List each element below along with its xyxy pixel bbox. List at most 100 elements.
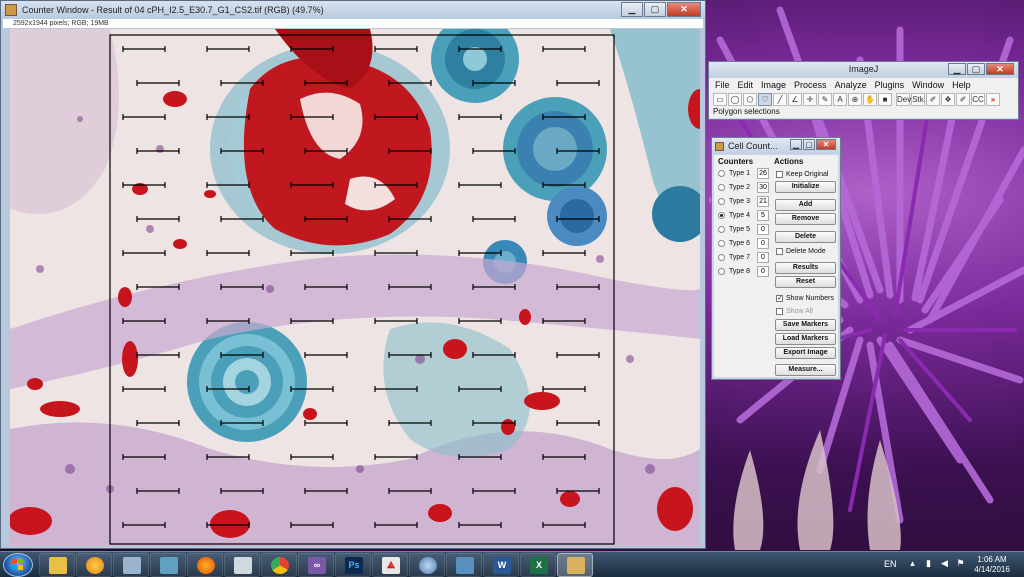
remove-button[interactable]: Remove	[775, 213, 836, 225]
taskbar-acrobat[interactable]: ⟁	[372, 553, 408, 577]
imagej-minimize-button[interactable]: ▁	[948, 63, 966, 75]
developer-menu-icon[interactable]: Dev	[896, 92, 911, 106]
taskbar-file-explorer[interactable]	[39, 553, 75, 577]
menu-edit[interactable]: Edit	[738, 80, 754, 90]
cell-counter-titlebar[interactable]: Cell Count... ▁ ▢ ✕	[712, 138, 840, 154]
counter-radio[interactable]	[718, 239, 725, 247]
delete-mode-checkbox[interactable]: Delete Mode	[776, 246, 826, 256]
delete-button[interactable]: Delete	[775, 231, 836, 243]
load-markers-button[interactable]: Load Markers	[775, 333, 836, 345]
taskbar-notes[interactable]	[150, 553, 186, 577]
counter-radio[interactable]	[718, 183, 725, 191]
menu-plugins[interactable]: Plugins	[875, 80, 905, 90]
imagej-maximize-button[interactable]: ▢	[967, 63, 985, 75]
color-picker-icon[interactable]: ■	[878, 92, 892, 106]
angle-tool-icon[interactable]: ∠	[788, 92, 802, 106]
more-tools-icon[interactable]: »	[986, 92, 1000, 106]
system-clock[interactable]: 1:06 AM 4/14/2016	[968, 555, 1016, 575]
taskbar-photo-viewer[interactable]	[446, 553, 482, 577]
counter-window-titlebar[interactable]: Counter Window - Result of 04 cPH_I2.5_E…	[1, 1, 705, 19]
taskbar-photoshop[interactable]: Ps	[335, 553, 371, 577]
line-tool-icon[interactable]: ╱	[773, 92, 787, 106]
minimize-button[interactable]: ▁	[621, 2, 643, 17]
taskbar-disk-utility[interactable]	[409, 553, 445, 577]
maximize-button[interactable]: ▢	[644, 2, 666, 17]
menu-analyze[interactable]: Analyze	[835, 80, 867, 90]
menu-window[interactable]: Window	[912, 80, 944, 90]
cell-counter-window[interactable]: Cell Count... ▁ ▢ ✕ Counters Actions Typ…	[711, 137, 841, 380]
paintbrush-tool-icon[interactable]: ❖	[941, 92, 955, 106]
show-hidden-icons-icon[interactable]: ▴	[907, 558, 918, 569]
freehand-tool-icon[interactable]: ♡	[758, 92, 772, 106]
counter-row-type-6[interactable]: Type 6 0	[718, 237, 769, 249]
close-button[interactable]: ✕	[667, 2, 701, 17]
rectangle-tool-icon[interactable]: ▭	[713, 92, 727, 106]
taskbar-calculator[interactable]	[113, 553, 149, 577]
imagej-close-button[interactable]: ✕	[986, 63, 1014, 75]
point-tool-icon[interactable]: ✛	[803, 92, 817, 106]
measure-button[interactable]: Measure...	[775, 364, 836, 376]
cell-counter-close-button[interactable]: ✕	[816, 139, 836, 150]
counter-row-type-4[interactable]: Type 4 5	[718, 209, 769, 221]
zoom-tool-icon[interactable]: ⊕	[848, 92, 862, 106]
oval-tool-icon[interactable]: ◯	[728, 92, 742, 106]
imagej-titlebar[interactable]: ImageJ ▁ ▢ ✕	[709, 62, 1018, 78]
reset-button[interactable]: Reset	[775, 276, 836, 288]
cc-tool-icon[interactable]: CC	[971, 92, 985, 106]
menu-help[interactable]: Help	[952, 80, 971, 90]
volume-icon[interactable]: ◀	[939, 558, 950, 569]
menu-file[interactable]: File	[715, 80, 730, 90]
counter-row-type-2[interactable]: Type 2 30	[718, 181, 769, 193]
save-markers-button[interactable]: Save Markers	[775, 319, 836, 331]
cell-counter-maximize-button[interactable]: ▢	[803, 139, 815, 150]
action-center-flag-icon[interactable]: ⚑	[955, 558, 966, 569]
start-button[interactable]	[3, 553, 33, 577]
taskbar-paint[interactable]	[224, 553, 260, 577]
menu-process[interactable]: Process	[794, 80, 827, 90]
firefox-icon	[197, 557, 215, 574]
taskbar-word[interactable]: W	[483, 553, 519, 577]
add-button[interactable]: Add	[775, 199, 836, 211]
taskbar-chrome[interactable]	[261, 553, 297, 577]
language-indicator[interactable]: EN	[884, 559, 897, 569]
initialize-button[interactable]: Initialize	[775, 181, 836, 193]
menu-image[interactable]: Image	[761, 80, 786, 90]
counter-row-type-3[interactable]: Type 3 21	[718, 195, 769, 207]
counter-radio[interactable]	[718, 197, 725, 205]
imagej-window[interactable]: ImageJ ▁ ▢ ✕ File Edit Image Process Ana…	[708, 61, 1019, 120]
counter-radio[interactable]	[718, 267, 725, 275]
network-icon[interactable]: ▮	[923, 558, 934, 569]
counter-window[interactable]: Counter Window - Result of 04 cPH_I2.5_E…	[0, 0, 706, 549]
keep-original-checkbox[interactable]: Keep Original	[776, 169, 828, 179]
counter-row-type-7[interactable]: Type 7 0	[718, 251, 769, 263]
stacks-menu-icon[interactable]: Stk	[911, 92, 925, 106]
chrome-icon	[271, 557, 289, 574]
checkbox-box[interactable]	[776, 247, 783, 255]
pencil-tool-icon[interactable]: ✐	[956, 92, 970, 106]
taskbar-visual-studio[interactable]: ∞	[298, 553, 334, 577]
taskbar-excel[interactable]: X	[520, 553, 556, 577]
taskbar-chrome-alt[interactable]	[76, 553, 112, 577]
show-numbers-checkbox[interactable]: ✓ Show Numbers	[776, 293, 834, 303]
counter-row-type-8[interactable]: Type 8 0	[718, 265, 769, 277]
counter-row-type-5[interactable]: Type 5 0	[718, 223, 769, 235]
counter-radio[interactable]	[718, 225, 725, 233]
hand-tool-icon[interactable]: ✋	[863, 92, 877, 106]
text-tool-icon[interactable]: A	[833, 92, 847, 106]
results-button[interactable]: Results	[775, 262, 836, 274]
histology-image-canvas[interactable]	[10, 29, 700, 546]
taskbar-firefox[interactable]	[187, 553, 223, 577]
counter-radio[interactable]	[718, 169, 725, 177]
checkbox-checked[interactable]: ✓	[776, 294, 783, 302]
taskbar-imagej[interactable]	[557, 553, 593, 577]
cell-counter-minimize-button[interactable]: ▁	[790, 139, 802, 150]
counter-radio[interactable]	[718, 253, 725, 261]
checkbox-box[interactable]	[776, 170, 783, 178]
polygon-tool-icon[interactable]: ⬠	[743, 92, 757, 106]
visual-studio-icon: ∞	[308, 557, 326, 574]
lut-menu-icon[interactable]: ✐	[926, 92, 940, 106]
counter-radio-selected[interactable]	[718, 211, 725, 219]
export-image-button[interactable]: Export Image	[775, 347, 836, 359]
wand-tool-icon[interactable]: ✎	[818, 92, 832, 106]
counter-row-type-1[interactable]: Type 1 26	[718, 167, 769, 179]
